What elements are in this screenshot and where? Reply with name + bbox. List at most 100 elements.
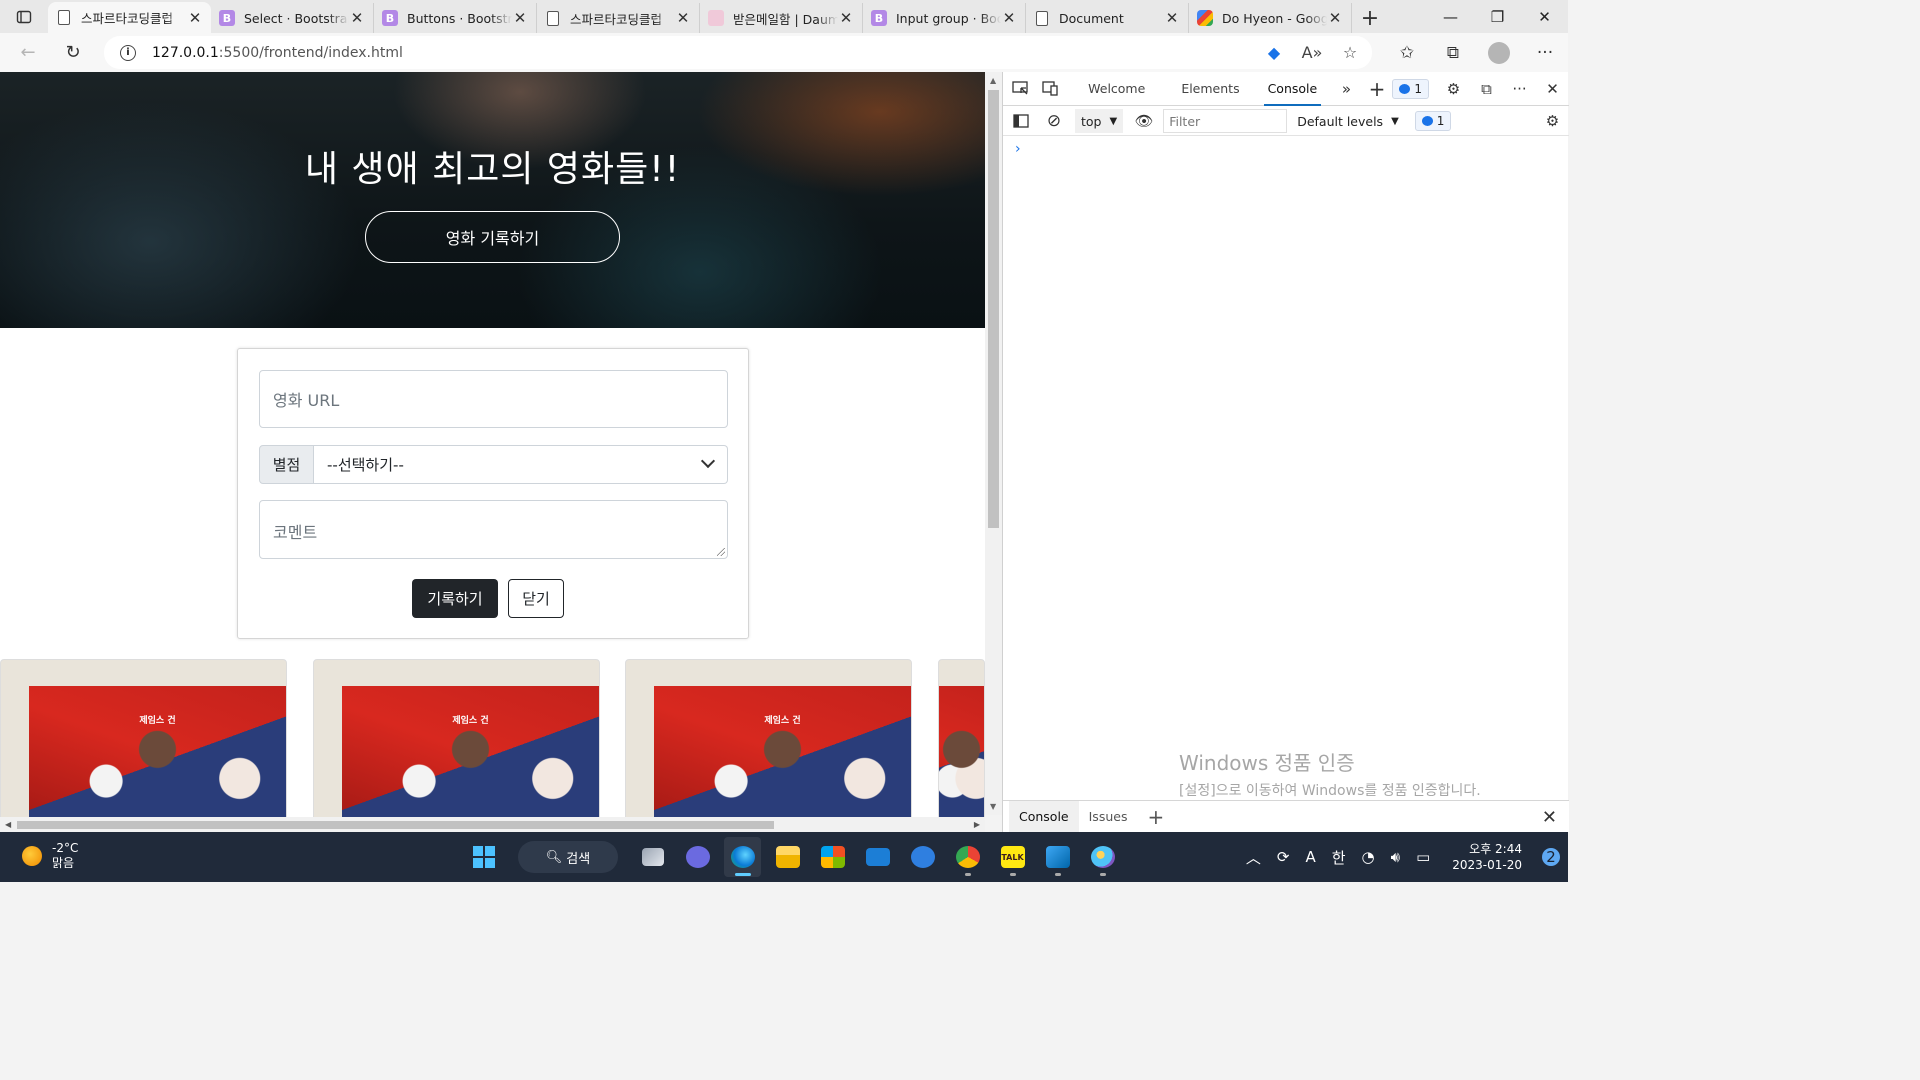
shopping-tag-icon[interactable]: ◆ bbox=[1262, 43, 1286, 62]
close-tab-icon[interactable]: ✕ bbox=[512, 9, 528, 27]
vertical-scrollbar[interactable]: ▲ ▼ bbox=[985, 72, 1002, 815]
scroll-right-icon[interactable]: ▶ bbox=[974, 820, 980, 829]
issues-badge[interactable]: 1 bbox=[1392, 78, 1429, 99]
teams-chat-button[interactable] bbox=[679, 837, 716, 877]
clear-console-button[interactable]: ⊘ bbox=[1039, 107, 1069, 136]
store-button[interactable] bbox=[814, 837, 851, 877]
address-bar[interactable]: i 127.0.0.1:5500/frontend/index.html ◆ A… bbox=[104, 36, 1372, 69]
close-tab-icon[interactable]: ✕ bbox=[1327, 9, 1343, 27]
close-tab-icon[interactable]: ✕ bbox=[187, 9, 203, 27]
start-button[interactable] bbox=[465, 837, 502, 877]
taskbar-search-button[interactable]: 🔍︎ 검색 bbox=[518, 841, 618, 873]
tab-welcome[interactable]: Welcome bbox=[1074, 72, 1159, 106]
more-tabs-button[interactable]: » bbox=[1331, 72, 1362, 106]
close-tab-icon[interactable]: ✕ bbox=[1164, 9, 1180, 27]
paint-button[interactable] bbox=[1084, 837, 1121, 877]
chrome-button[interactable] bbox=[949, 837, 986, 877]
close-tab-icon[interactable]: ✕ bbox=[349, 9, 365, 27]
weather-widget[interactable]: -2°C 맑음 bbox=[22, 841, 78, 871]
record-movie-button[interactable]: 영화 기록하기 bbox=[365, 211, 620, 263]
add-tool-button[interactable]: + bbox=[1362, 72, 1393, 106]
drawer-tab-issues[interactable]: Issues bbox=[1079, 801, 1138, 832]
site-info-icon[interactable]: i bbox=[120, 44, 136, 61]
notification-badge[interactable]: 2 bbox=[1542, 848, 1560, 866]
tab-console[interactable]: Console bbox=[1254, 72, 1332, 106]
console-output[interactable]: › Windows 정품 인증 [설정]으로 이동하여 Windows를 정품 … bbox=[1003, 137, 1569, 799]
back-button[interactable]: ← bbox=[8, 36, 48, 68]
inspect-element-button[interactable] bbox=[1005, 72, 1036, 106]
tab-elements[interactable]: Elements bbox=[1167, 72, 1253, 106]
close-button[interactable]: 닫기 bbox=[508, 579, 564, 618]
collections-button[interactable]: ⧉ bbox=[1430, 43, 1476, 63]
browser-tab[interactable]: B Buttons · Bootstrap ✕ bbox=[374, 3, 537, 33]
file-explorer-button[interactable] bbox=[769, 837, 806, 877]
kakaotalk-button[interactable]: TALK bbox=[994, 837, 1031, 877]
console-filter-input[interactable]: Filter bbox=[1163, 109, 1288, 133]
volume-icon[interactable]: 🔊︎ bbox=[1391, 848, 1400, 866]
movie-card[interactable]: 제임스 건 bbox=[625, 659, 912, 819]
scroll-down-icon[interactable]: ▼ bbox=[990, 802, 996, 811]
restore-button[interactable]: ❐ bbox=[1474, 0, 1521, 33]
vscode-button[interactable] bbox=[1039, 837, 1076, 877]
comment-textarea[interactable]: 코멘트 bbox=[259, 500, 728, 559]
console-settings-button[interactable]: ⚙ bbox=[1536, 107, 1569, 136]
close-tab-icon[interactable]: ✕ bbox=[1001, 9, 1017, 27]
vertical-scroll-thumb[interactable] bbox=[988, 90, 999, 528]
scroll-left-icon[interactable]: ◀ bbox=[5, 820, 11, 829]
system-tray: ︿ ⟳ A 한 ◔ 🔊︎ ▭ 오후 2:44 2023-01-20 2 bbox=[1238, 832, 1568, 882]
log-levels-dropdown[interactable]: Default levels ▼ bbox=[1297, 114, 1399, 129]
browser-tab[interactable]: 받은메일함 | Daum ✕ bbox=[700, 3, 863, 33]
edge-taskbar-button[interactable] bbox=[724, 837, 761, 877]
live-expression-button[interactable]: 👁 bbox=[1129, 107, 1159, 136]
mail-button[interactable] bbox=[859, 837, 896, 877]
console-message-badge[interactable]: 1 bbox=[1414, 111, 1452, 131]
movie-url-input[interactable]: 영화 URL bbox=[259, 370, 728, 428]
close-drawer-icon[interactable]: ✕ bbox=[1542, 807, 1557, 828]
devtools-settings-button[interactable]: ⚙ bbox=[1437, 72, 1470, 106]
refresh-button[interactable]: ↻ bbox=[53, 36, 93, 68]
rating-select[interactable]: --선택하기-- bbox=[314, 445, 728, 484]
task-view-button[interactable] bbox=[634, 837, 671, 877]
clock[interactable]: 오후 2:44 2023-01-20 bbox=[1452, 841, 1522, 873]
resize-handle-icon[interactable] bbox=[717, 548, 725, 556]
scroll-up-icon[interactable]: ▲ bbox=[990, 76, 996, 85]
device-emulation-button[interactable] bbox=[1036, 72, 1067, 106]
favorites-button[interactable]: ✩ bbox=[1384, 43, 1430, 63]
horizontal-scroll-thumb[interactable] bbox=[17, 821, 774, 829]
browser-tab[interactable]: Document ✕ bbox=[1026, 3, 1189, 33]
browser-tab[interactable]: B Select · Bootstrap ✕ bbox=[211, 3, 374, 33]
browser-tab[interactable]: Do Hyeon - Google ✕ bbox=[1189, 3, 1352, 33]
save-button[interactable]: 기록하기 bbox=[412, 579, 498, 618]
console-sidebar-button[interactable] bbox=[1003, 107, 1039, 136]
minimize-button[interactable]: — bbox=[1427, 0, 1474, 33]
browser-tab[interactable]: 스파르타코딩클럽 ✕ bbox=[537, 3, 700, 33]
close-tab-icon[interactable]: ✕ bbox=[675, 9, 691, 27]
profile-avatar[interactable] bbox=[1488, 41, 1510, 64]
settings-more-button[interactable]: ··· bbox=[1522, 43, 1568, 63]
movie-card[interactable]: 제임스 건 bbox=[313, 659, 600, 819]
horizontal-scrollbar[interactable]: ◀ ▶ bbox=[0, 817, 985, 832]
new-tab-button[interactable]: + bbox=[1352, 3, 1388, 33]
close-tab-icon[interactable]: ✕ bbox=[838, 9, 854, 27]
wifi-icon[interactable]: ◔ bbox=[1362, 848, 1375, 866]
close-window-button[interactable]: ✕ bbox=[1521, 0, 1568, 33]
add-favorite-icon[interactable]: ☆ bbox=[1338, 43, 1362, 62]
browser-tab[interactable]: 스파르타코딩클럽 ✕ bbox=[48, 2, 211, 33]
read-aloud-icon[interactable]: A» bbox=[1300, 43, 1324, 62]
sync-icon[interactable]: ⟳ bbox=[1277, 848, 1290, 866]
drawer-add-tab-button[interactable]: + bbox=[1137, 801, 1174, 832]
browser-tab[interactable]: B Input group · Bootstrap ✕ bbox=[863, 3, 1026, 33]
pinned-app-button[interactable] bbox=[904, 837, 941, 877]
ime-mode-indicator[interactable]: A bbox=[1305, 848, 1315, 866]
ime-language-indicator[interactable]: 한 bbox=[1332, 847, 1346, 868]
devtools-more-button[interactable]: ··· bbox=[1503, 72, 1536, 106]
movie-card[interactable] bbox=[938, 659, 985, 819]
drawer-tab-console[interactable]: Console bbox=[1009, 801, 1079, 832]
context-selector[interactable]: top ▼ bbox=[1075, 109, 1124, 133]
show-hidden-icons-chevron-icon[interactable]: ︿ bbox=[1246, 847, 1261, 868]
dock-button[interactable]: ⧉ bbox=[1470, 72, 1503, 106]
close-devtools-button[interactable]: ✕ bbox=[1536, 72, 1569, 106]
movie-card[interactable]: 제임스 건 bbox=[0, 659, 287, 819]
battery-icon[interactable]: ▭ bbox=[1416, 848, 1430, 866]
tab-actions-button[interactable] bbox=[0, 0, 48, 33]
